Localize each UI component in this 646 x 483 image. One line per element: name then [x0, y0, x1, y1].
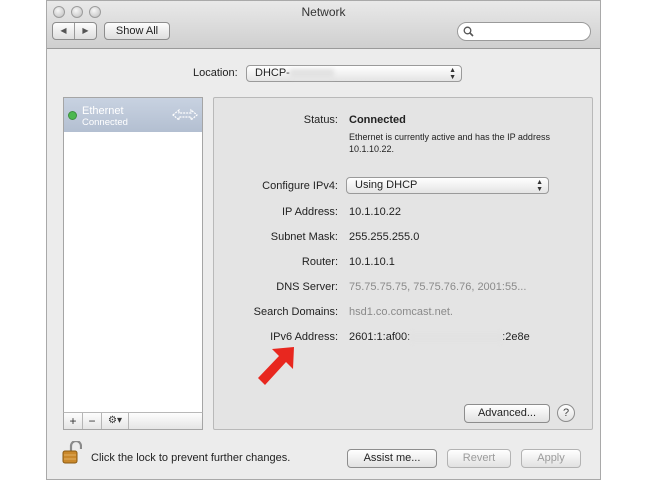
- red-arrow-icon: [258, 347, 294, 385]
- service-item-ethernet[interactable]: Ethernet Connected: [64, 98, 202, 132]
- status-description: Ethernet is currently active and has the…: [349, 132, 550, 154]
- configure-ipv4-popup[interactable]: Using DHCP ▲ ▼: [346, 177, 549, 194]
- status-value: Connected: [349, 114, 406, 126]
- popup-arrows-icon: ▲ ▼: [536, 179, 543, 193]
- subnet-mask-label: Subnet Mask:: [270, 231, 338, 243]
- ipv6-prefix: 2601:1:af00:: [349, 331, 411, 343]
- router-label: Router:: [301, 256, 338, 268]
- ipv6-address-label: IPv6 Address:: [270, 331, 338, 343]
- unlocked-padlock-icon[interactable]: [62, 441, 82, 465]
- magnifier-icon: [463, 26, 474, 37]
- assist-me-button[interactable]: Assist me...: [347, 449, 437, 468]
- service-list: Ethernet Connected: [63, 97, 203, 430]
- ip-address-value: 10.1.10.22: [349, 206, 401, 218]
- show-all-button[interactable]: Show All: [104, 22, 170, 40]
- ipv6-suffix: :2e8e: [502, 331, 530, 343]
- ip-address-label: IP Address:: [281, 206, 338, 218]
- status-label: Status:: [303, 114, 338, 126]
- network-window: Network ◀ ▶ Show All Location: DHCP- ▲ ▼ …: [46, 0, 601, 480]
- dns-server-label: DNS Server:: [276, 281, 338, 293]
- revert-button[interactable]: Revert: [447, 449, 511, 468]
- status-dot-icon: [68, 111, 77, 120]
- redacted-location: [289, 68, 334, 78]
- lock-message: Click the lock to prevent further change…: [91, 452, 291, 464]
- window-title: Network: [301, 5, 346, 19]
- service-status: Connected: [82, 117, 128, 128]
- redacted-ipv6: [410, 332, 503, 342]
- configure-ipv4-value: Using DHCP: [355, 179, 418, 191]
- subnet-mask-value: 255.255.255.0: [349, 231, 420, 243]
- search-domains-label: Search Domains:: [253, 306, 338, 318]
- add-service-button[interactable]: +: [64, 413, 83, 429]
- apply-button[interactable]: Apply: [521, 449, 581, 468]
- location-label: Location:: [193, 67, 238, 79]
- ethernet-arrows-icon: [172, 108, 198, 122]
- advanced-button[interactable]: Advanced...: [464, 404, 550, 423]
- titlebar: Network ◀ ▶ Show All: [47, 1, 600, 49]
- service-list-toolbar: + − ⚙▾: [63, 412, 203, 430]
- forward-arrow-icon[interactable]: ▶: [75, 23, 96, 39]
- back-arrow-icon[interactable]: ◀: [53, 23, 74, 39]
- location-popup[interactable]: DHCP- ▲ ▼: [246, 65, 462, 82]
- service-name: Ethernet: [82, 105, 124, 117]
- search-domains-value: hsd1.co.comcast.net.: [349, 306, 453, 318]
- configure-ipv4-label: Configure IPv4:: [262, 180, 338, 192]
- router-value: 10.1.10.1: [349, 256, 395, 268]
- remove-service-button[interactable]: −: [83, 413, 102, 429]
- gear-menu-button[interactable]: ⚙▾: [102, 413, 129, 429]
- dns-server-value: 75.75.75.75, 75.75.76.76, 2001:55...: [349, 281, 527, 293]
- search-input[interactable]: [457, 22, 591, 41]
- help-button[interactable]: ?: [557, 404, 575, 422]
- back-forward-control: ◀ ▶: [52, 22, 97, 40]
- location-value: DHCP-: [255, 67, 290, 79]
- ipv6-address-value: 2601:1:af00: :2e8e: [349, 331, 530, 343]
- popup-arrows-icon: ▲ ▼: [449, 67, 456, 81]
